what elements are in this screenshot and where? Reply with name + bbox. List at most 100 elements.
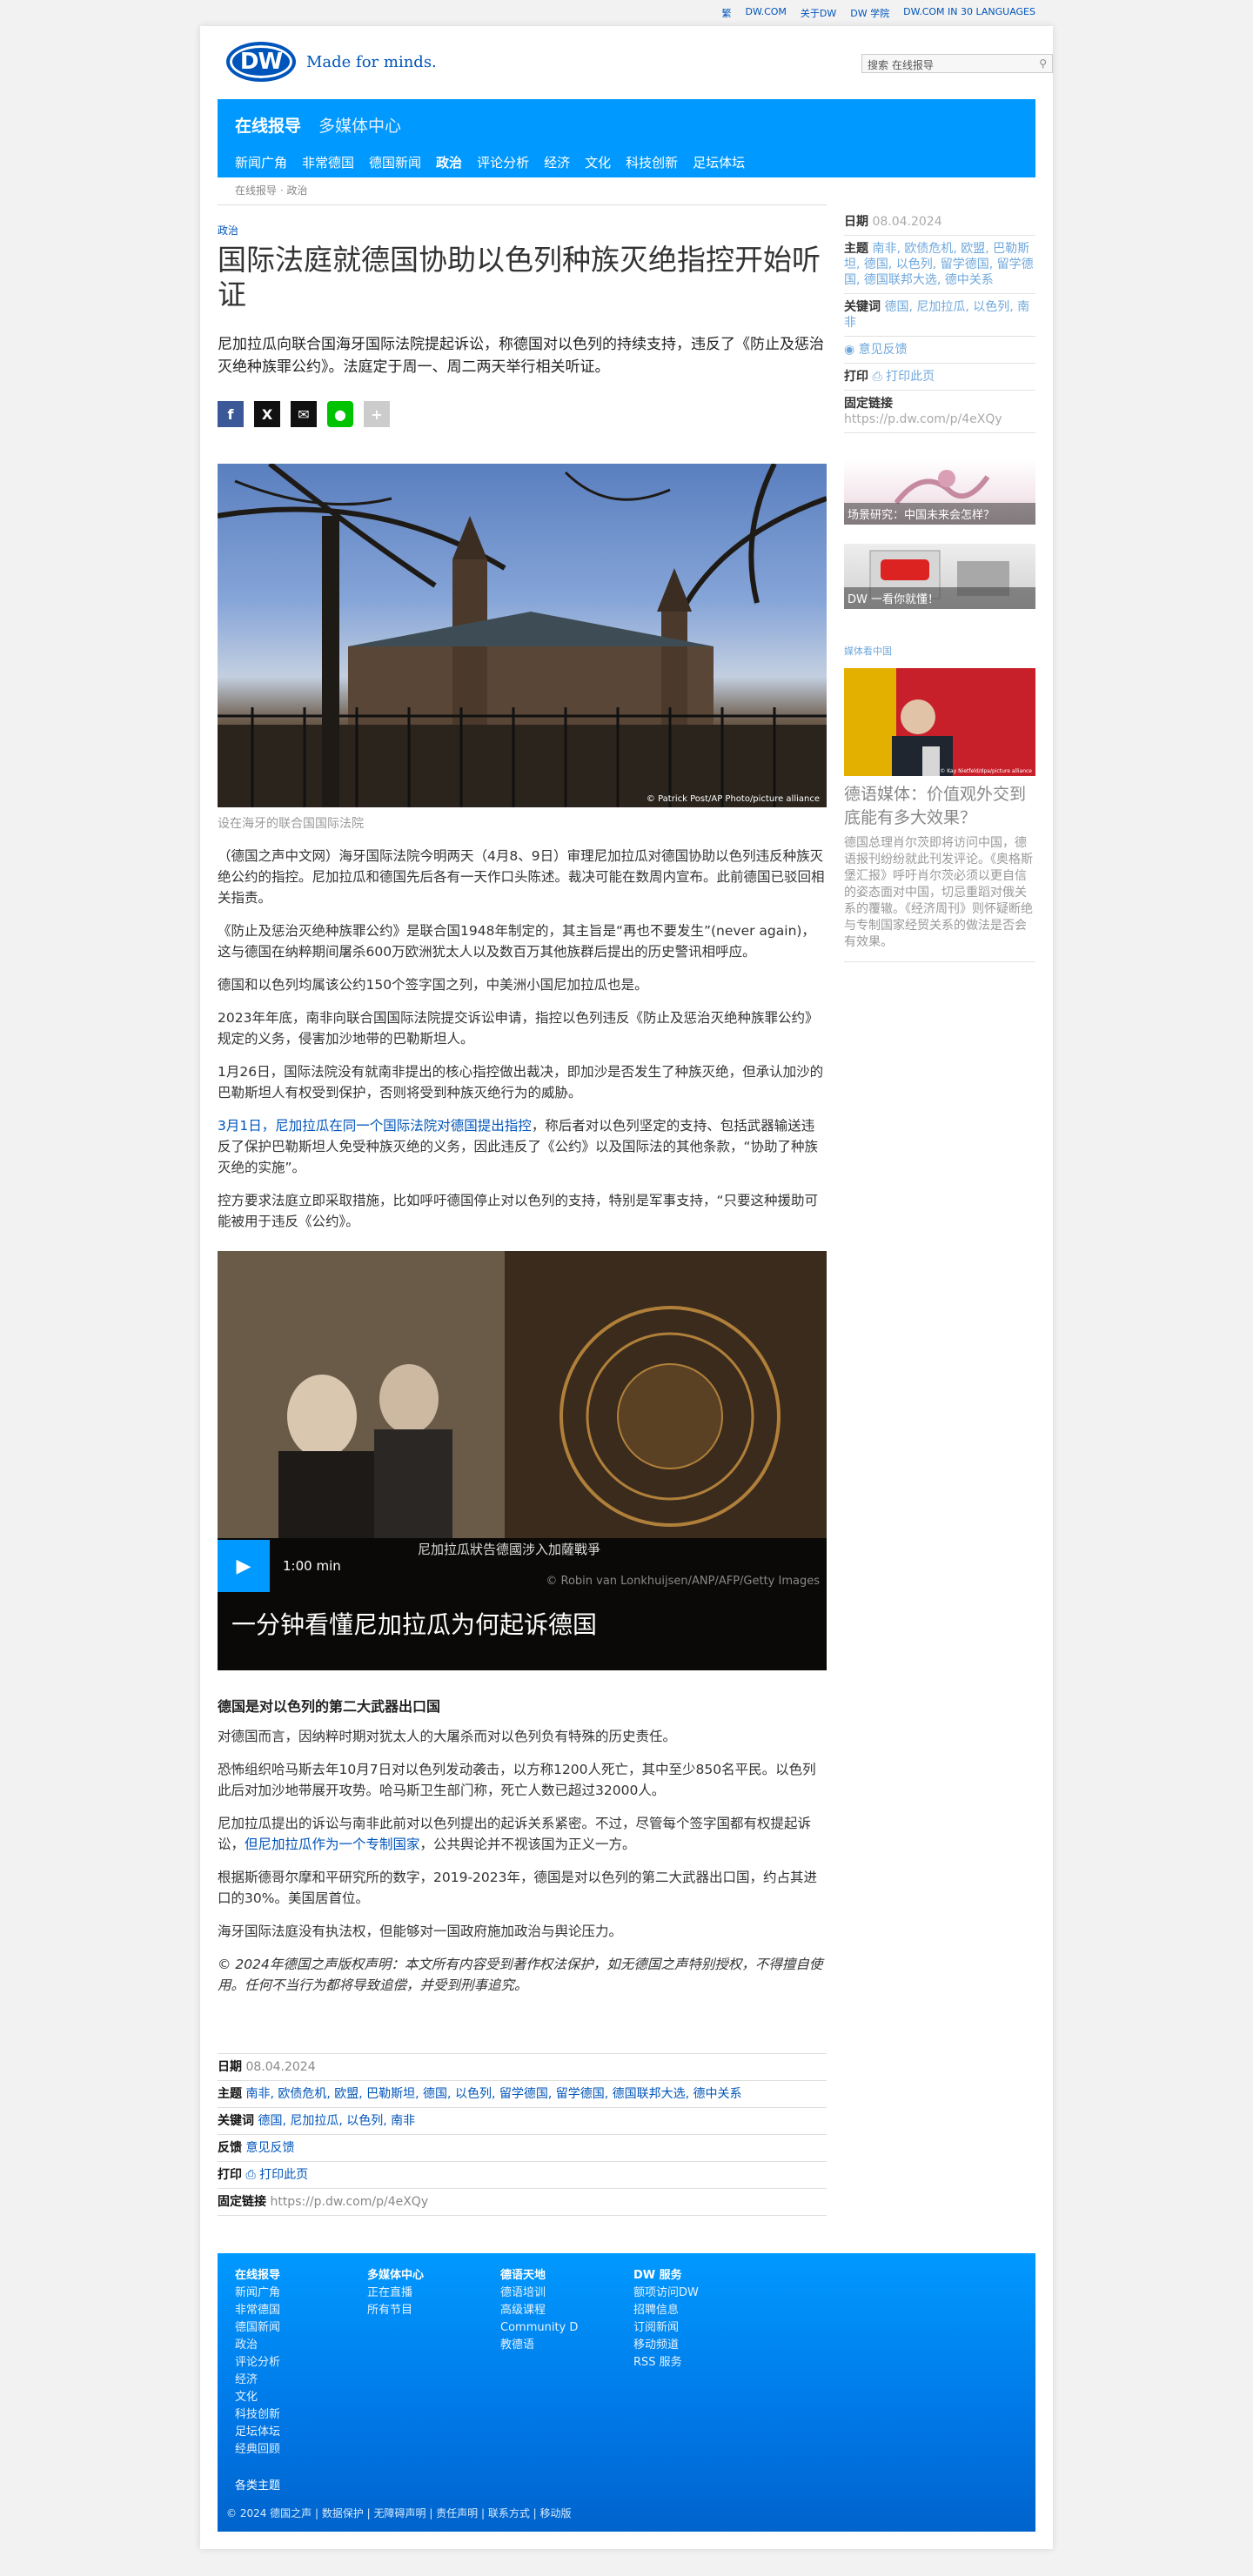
- sidebar-news-item[interactable]: © Kay Nietfeld/dpa/picture alliance 德语媒体…: [844, 668, 1035, 962]
- footer-link[interactable]: 教德语: [500, 2337, 578, 2354]
- footer-link[interactable]: 政治: [235, 2337, 280, 2354]
- news-text: 德国总理肖尔茨即将访问中国，德语报刊纷纷就此刊发评论。《奥格斯堡汇报》呼吁肖尔茨…: [844, 836, 1033, 949]
- footer-heading[interactable]: 德语天地: [500, 2267, 578, 2285]
- nav-online-reports[interactable]: 在线报导: [235, 113, 301, 137]
- divider: [218, 204, 827, 205]
- paragraph-text: ，公共舆论并不视该国为正义一方。: [419, 1837, 636, 1852]
- footer-link[interactable]: 德语培训: [500, 2285, 578, 2302]
- facebook-icon[interactable]: f: [218, 401, 244, 427]
- footer-link[interactable]: 评论分析: [235, 2354, 280, 2372]
- subnav-culture[interactable]: 文化: [585, 153, 611, 171]
- article-photo-peace-palace: © Patrick Post/AP Photo/picture alliance: [218, 464, 827, 807]
- footer-link[interactable]: 高级课程: [500, 2302, 578, 2319]
- subnav-sports[interactable]: 足坛体坛: [693, 153, 745, 171]
- paragraph: 2023年年底，南非向联合国国际法院提交诉讼申请，指控以色列违反《防止及惩治灭绝…: [218, 1010, 819, 1047]
- footer-legal[interactable]: © 2024 德国之声 | 数据保护 | 无障碍声明 | 责任声明 | 联系方式…: [226, 2506, 572, 2520]
- permalink-value[interactable]: https://p.dw.com/p/4eXQy: [270, 2195, 428, 2209]
- meta-label: 打印: [218, 2168, 242, 2182]
- meta-topics: 主题 南非, 欧债危机, 欧盟, 巴勒斯坦, 德国, 以色列, 留学德国, 留学…: [218, 2080, 827, 2107]
- nav-multimedia[interactable]: 多媒体中心: [318, 113, 401, 137]
- keyword-links[interactable]: 德国, 尼加拉瓜, 以色列, 南非: [258, 2114, 415, 2128]
- footer-link[interactable]: 文化: [235, 2389, 280, 2406]
- footer-link[interactable]: 经典回顾: [235, 2441, 280, 2459]
- sidebar-feedback-link[interactable]: 意见反馈: [859, 343, 908, 357]
- top-link-about[interactable]: 关于DW: [801, 6, 836, 20]
- footer-heading[interactable]: DW 服务: [633, 2267, 699, 2285]
- footer-link[interactable]: RSS 服务: [633, 2354, 699, 2372]
- subnav-news[interactable]: 新闻广角: [235, 153, 287, 171]
- copyright-notice: © 2024年德国之声版权声明：本文所有内容受到著作权法保护，如无德国之声特别授…: [218, 1957, 823, 1993]
- footer-heading[interactable]: 多媒体中心: [367, 2267, 424, 2285]
- sidebar-date: 日期 08.04.2024: [844, 209, 1035, 236]
- sidebar-permalink-value[interactable]: https://p.dw.com/p/4eXQy: [844, 412, 1002, 426]
- footer-link[interactable]: 非常德国: [235, 2302, 280, 2319]
- article-kicker[interactable]: 政治: [218, 223, 827, 238]
- sidebar-feedback: ◉ 意见反馈: [844, 337, 1035, 364]
- dw-logo[interactable]: DW Made for minds.: [226, 42, 437, 82]
- subnav-politics[interactable]: 政治: [436, 153, 462, 171]
- sidebar-label: 打印: [844, 370, 868, 384]
- subnav-tech[interactable]: 科技创新: [626, 153, 678, 171]
- subnav-economy[interactable]: 经济: [544, 153, 570, 171]
- sidebar-label: 主题: [844, 242, 868, 256]
- video-player[interactable]: ▶ 1:00 min 尼加拉瓜狀告德國涉入加薩戰爭 © Robin van Lo…: [218, 1251, 827, 1670]
- top-link-traditional[interactable]: 繁: [722, 6, 732, 20]
- footer-link[interactable]: 移动频道: [633, 2337, 699, 2354]
- teaser-label: 场景研究：中国未来会怎样？: [844, 503, 1035, 525]
- footer-link[interactable]: 正在直播: [367, 2285, 424, 2302]
- footer-link[interactable]: 足坛体坛: [235, 2424, 280, 2441]
- footer-link[interactable]: Community D: [500, 2319, 578, 2337]
- inline-link[interactable]: 但尼加拉瓜作为一个专制国家: [245, 1837, 420, 1852]
- sidebar-section-label[interactable]: 媒体看中国: [844, 644, 1035, 658]
- footer-link[interactable]: 订阅新闻: [633, 2319, 699, 2337]
- feedback-link[interactable]: 意见反馈: [245, 2141, 294, 2155]
- dw-logo-mark: DW: [226, 42, 296, 82]
- search-input[interactable]: 搜索 在线报导 ⚲: [861, 54, 1053, 73]
- article-intro: 尼加拉瓜向联合国海牙国际法院提起诉讼，称德国对以色列的持续支持，违反了《防止及惩…: [218, 336, 824, 376]
- article-title: 国际法庭就德国协助以色列种族灭绝指控开始听证: [218, 243, 821, 311]
- teaser-china-future[interactable]: 场景研究：中国未来会怎样？: [844, 459, 1035, 525]
- more-share-icon[interactable]: +: [364, 401, 390, 427]
- paragraph-with-link: 尼加拉瓜提出的诉讼与南非此前对以色列提出的起诉关系紧密。不过，尽管每个签字国都有…: [218, 1813, 827, 1855]
- subnav-germany[interactable]: 非常德国: [302, 153, 354, 171]
- paragraph-with-link: 3月1日，尼加拉瓜在同一个国际法院对德国提出指控，称后者对以色列坚定的支持、包括…: [218, 1115, 827, 1178]
- top-link-dwcom[interactable]: DW.COM: [746, 6, 787, 20]
- print-link[interactable]: 打印此页: [259, 2168, 308, 2182]
- article-subheading: 德国是对以色列的第二大武器出口国: [218, 1698, 441, 1715]
- video-play-button[interactable]: ▶: [218, 1540, 270, 1592]
- meta-label: 关键词: [218, 2114, 254, 2128]
- teaser-label: DW 一看你就懂！: [844, 587, 1035, 609]
- news-title[interactable]: 德语媒体：价值观外交到底能有多大效果？: [844, 783, 1035, 830]
- inline-link[interactable]: 3月1日，尼加拉瓜在同一个国际法院对德国提出指控: [218, 1118, 532, 1134]
- sidebar-print-link[interactable]: 打印此页: [886, 370, 935, 384]
- footer-link[interactable]: 额项访问DW: [633, 2285, 699, 2302]
- print-icon[interactable]: ⎙: [872, 370, 881, 384]
- article: 政治 国际法庭就德国协助以色列种族灭绝指控开始听证 尼加拉瓜向联合国海牙国际法院…: [218, 223, 827, 1996]
- footer-themes-link[interactable]: 各类主题: [235, 2476, 280, 2492]
- subnav-commentary[interactable]: 评论分析: [477, 153, 529, 171]
- breadcrumb[interactable]: 在线报导 · 政治: [235, 183, 307, 197]
- footer-link[interactable]: 经济: [235, 2372, 280, 2389]
- print-icon[interactable]: ⎙: [245, 2168, 255, 2182]
- meta-label: 主题: [218, 2087, 242, 2101]
- footer-link[interactable]: 德国新闻: [235, 2319, 280, 2337]
- footer-col-online: 在线报导 新闻广角 非常德国 德国新闻 政治 评论分析 经济 文化 科技创新 足…: [235, 2267, 280, 2459]
- line-icon[interactable]: ●: [327, 401, 353, 427]
- search-icon[interactable]: ⚲: [1039, 57, 1047, 70]
- feedback-icon[interactable]: ◉: [844, 343, 854, 357]
- top-link-languages[interactable]: DW.COM IN 30 LANGUAGES: [903, 6, 1035, 20]
- teaser-dw-explains[interactable]: DW 一看你就懂！: [844, 544, 1035, 609]
- footer-link[interactable]: 所有节目: [367, 2302, 424, 2319]
- sidebar-topic-links[interactable]: 南非, 欧债危机, 欧盟, 巴勒斯坦, 德国, 以色列, 留学德国, 留学德国,…: [844, 242, 1034, 287]
- topic-links[interactable]: 南非, 欧债危机, 欧盟, 巴勒斯坦, 德国, 以色列, 留学德国, 留学德国,…: [245, 2087, 741, 2101]
- meta-keywords: 关键词 德国, 尼加拉瓜, 以色列, 南非: [218, 2107, 827, 2134]
- subnav-german-news[interactable]: 德国新闻: [369, 153, 421, 171]
- x-twitter-icon[interactable]: X: [254, 401, 280, 427]
- footer-link[interactable]: 科技创新: [235, 2406, 280, 2424]
- footer-link[interactable]: 招聘信息: [633, 2302, 699, 2319]
- photo-caption: 设在海牙的联合国国际法院: [218, 817, 364, 831]
- footer-heading[interactable]: 在线报导: [235, 2267, 280, 2285]
- top-link-academy[interactable]: DW 学院: [850, 6, 889, 20]
- footer-link[interactable]: 新闻广角: [235, 2285, 280, 2302]
- email-icon[interactable]: ✉: [291, 401, 317, 427]
